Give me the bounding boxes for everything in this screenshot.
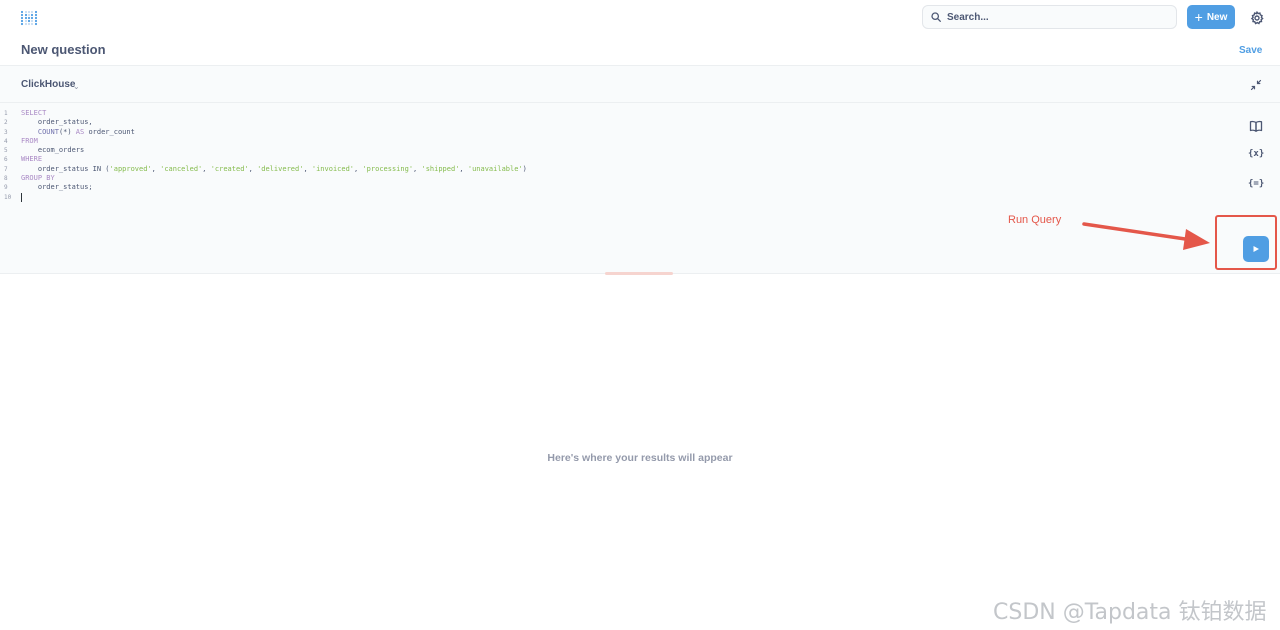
- code-text[interactable]: [21, 192, 22, 202]
- sql-function: COUNT: [37, 127, 59, 136]
- code-text[interactable]: FROM: [21, 137, 38, 146]
- book-icon[interactable]: [1248, 119, 1264, 133]
- watermark: CSDN @Tapdata 钛铂数据: [993, 600, 1267, 625]
- code-line[interactable]: 1 SELECT: [0, 109, 527, 118]
- code-text[interactable]: SELECT: [21, 109, 46, 118]
- annotation-label: Run Query: [1008, 214, 1062, 226]
- sql-string: 'processing': [362, 164, 414, 173]
- annotation-arrow-icon: [1082, 222, 1210, 250]
- editor-resize-handle[interactable]: [605, 272, 673, 275]
- sql-token: ,: [459, 164, 468, 173]
- sql-keyword: SELECT: [21, 109, 47, 117]
- code-line[interactable]: 9 order_status;: [0, 183, 527, 192]
- save-button[interactable]: Save: [1239, 45, 1262, 56]
- sql-token: order_count: [84, 127, 135, 136]
- line-number: 7: [4, 165, 8, 173]
- new-button[interactable]: + New: [1187, 5, 1235, 29]
- snippets-icon[interactable]: {=}: [1248, 179, 1264, 193]
- sql-keyword: WHERE: [21, 155, 43, 164]
- sql-string: 'unavailable': [467, 164, 523, 173]
- chevron-down-icon[interactable]: ⌄: [73, 82, 80, 91]
- sql-token: order_status,: [21, 118, 93, 127]
- sql-token: order_status;: [21, 183, 93, 192]
- search-bar[interactable]: Search...: [922, 5, 1177, 29]
- play-icon: [1253, 246, 1259, 252]
- metabase-logo-icon[interactable]: [20, 10, 38, 26]
- line-number: 6: [4, 156, 8, 164]
- page-title: New question: [21, 42, 106, 57]
- search-placeholder: Search...: [947, 11, 989, 23]
- database-selector-bar: ClickHouse ⌄: [0, 65, 1280, 103]
- sql-keyword: GROUP BY: [21, 174, 55, 183]
- code-line[interactable]: 4 FROM: [0, 137, 527, 146]
- code-line[interactable]: 7 order_status IN ('approved', 'canceled…: [0, 165, 527, 174]
- sql-string: 'invoiced': [311, 164, 355, 173]
- sql-token: ): [522, 164, 527, 173]
- line-number: 1: [4, 110, 8, 117]
- line-number: 10: [4, 193, 12, 201]
- sql-string: 'canceled': [160, 164, 203, 173]
- new-button-label: New: [1206, 11, 1228, 23]
- code-text[interactable]: order_status,: [21, 118, 93, 127]
- sql-token: ,: [202, 164, 211, 173]
- code-line[interactable]: 3 COUNT(*) AS order_count: [0, 128, 527, 137]
- line-number: 5: [4, 147, 8, 155]
- line-number: 8: [4, 175, 8, 183]
- results-empty-message: Here's where your results will appear: [547, 452, 733, 464]
- code-area[interactable]: 1 SELECT 2 order_status, 3 COUNT(*) AS orde…: [0, 109, 527, 202]
- line-number: 4: [4, 137, 8, 145]
- code-text[interactable]: order_status IN ('approved', 'canceled',…: [21, 165, 527, 174]
- sql-string: 'approved': [109, 164, 152, 173]
- code-line[interactable]: 5 ecom_orders: [0, 146, 527, 155]
- code-text[interactable]: COUNT(*) AS order_count: [21, 128, 135, 137]
- collapse-editor-icon[interactable]: [1250, 79, 1262, 91]
- sql-token: (*): [58, 127, 76, 136]
- line-number: 2: [4, 119, 8, 127]
- database-picker[interactable]: ClickHouse: [21, 79, 75, 90]
- code-line[interactable]: 10: [0, 192, 527, 202]
- run-query-button[interactable]: [1243, 236, 1269, 262]
- code-line[interactable]: 2 order_status,: [0, 118, 527, 127]
- sql-string: 'shipped': [421, 164, 460, 173]
- sql-token: order_status IN (: [21, 164, 110, 173]
- line-number: 3: [4, 128, 8, 136]
- sql-string: 'delivered': [257, 164, 304, 173]
- sql-token: ecom_orders: [21, 146, 85, 155]
- gear-icon[interactable]: [1250, 11, 1264, 25]
- code-text[interactable]: ecom_orders: [21, 146, 84, 155]
- sql-keyword: FROM: [21, 136, 38, 145]
- code-line[interactable]: 8 GROUP BY: [0, 174, 527, 183]
- code-text[interactable]: WHERE: [21, 155, 42, 164]
- code-line[interactable]: 6 WHERE: [0, 155, 527, 164]
- sql-token: ,: [151, 164, 161, 173]
- code-text[interactable]: GROUP BY: [21, 174, 55, 183]
- line-number: 9: [4, 184, 8, 192]
- search-icon: [931, 12, 941, 22]
- plus-icon: +: [1194, 9, 1203, 25]
- sql-keyword: AS: [75, 127, 85, 136]
- code-text[interactable]: order_status;: [21, 183, 93, 192]
- text-cursor: [21, 192, 22, 202]
- sql-token: ,: [303, 164, 312, 173]
- sql-string: 'created': [210, 164, 249, 173]
- top-navigation-bar: Search... + New: [0, 0, 1280, 36]
- sql-token: ,: [248, 164, 258, 173]
- variables-icon[interactable]: {x}: [1248, 149, 1264, 163]
